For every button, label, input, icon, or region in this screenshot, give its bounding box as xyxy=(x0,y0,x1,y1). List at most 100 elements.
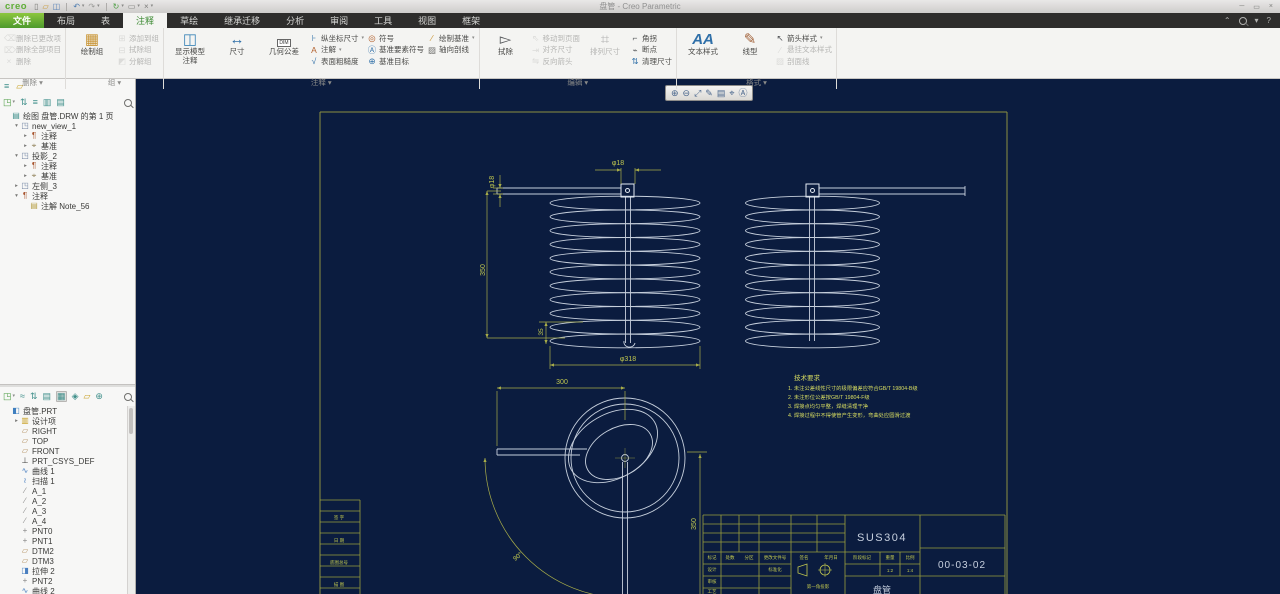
symbol-button[interactable]: ◎符号 xyxy=(367,33,424,44)
command-search-icon[interactable] xyxy=(1239,17,1247,25)
datum-target-button[interactable]: ⊕基准目标 xyxy=(367,56,424,67)
tree-expand-icon[interactable]: ⇅ xyxy=(20,98,28,107)
tree-expand-arrow-icon[interactable]: ▸ xyxy=(22,133,29,139)
tree-expand-arrow-icon[interactable]: ▸ xyxy=(13,183,20,189)
repaint-icon[interactable]: ✎ xyxy=(705,89,713,98)
drawing-tree-item-9[interactable]: ▤注解 Note_56 xyxy=(2,201,127,211)
menu-tab-7[interactable]: 审阅 xyxy=(317,13,361,28)
datum-feature-symbol-button[interactable]: Ⓐ基准要素符号 xyxy=(367,45,424,56)
breakpoint-button[interactable]: ⌁断点 xyxy=(630,45,672,56)
tree-expand-arrow-icon[interactable]: ▾ xyxy=(13,153,20,159)
mt-add-icon[interactable]: ⊕ xyxy=(95,392,103,401)
tree-expand-arrow-icon[interactable]: ▸ xyxy=(22,173,29,179)
zoom-in-icon[interactable]: ⊕ xyxy=(671,89,679,98)
refit-icon[interactable]: ⤢ xyxy=(694,89,701,98)
mt-settings-icon[interactable]: ◈ xyxy=(72,392,79,401)
tree-expand-arrow-icon[interactable]: ▾ xyxy=(13,193,20,199)
menu-tab-2[interactable]: 表 xyxy=(88,13,123,28)
scrollbar-thumb[interactable] xyxy=(129,408,133,434)
model-tree-item-11[interactable]: ∕A_4 xyxy=(2,516,127,526)
mt-show-icon[interactable]: ◳▾ xyxy=(3,392,15,401)
drawing-tree-item-6[interactable]: ▸⌖基准 xyxy=(2,171,127,181)
erase-button[interactable]: ▻拭除 xyxy=(484,30,528,57)
jog-button[interactable]: ⌐角拐 xyxy=(630,33,672,44)
model-tree-item-10[interactable]: ∕A_3 xyxy=(2,506,127,516)
drawing-tree-item-3[interactable]: ▸⌖基准 xyxy=(2,141,127,151)
window-icon[interactable]: ▭▾ xyxy=(128,3,140,11)
drawing-tree-item-1[interactable]: ▾◳new_view_1 xyxy=(2,121,127,131)
graphics-area[interactable]: ⊕⊖⤢✎▤⌖Ⓐ xyxy=(136,78,1280,594)
tree-columns-icon[interactable]: ▥ xyxy=(43,98,52,107)
model-tree-item-18[interactable]: ∿曲线 2 xyxy=(2,586,127,594)
delete-all-items-button[interactable]: ⌦删除全部项目 xyxy=(4,45,61,56)
undo-icon[interactable]: ↶▾ xyxy=(73,3,84,11)
model-tree-item-17[interactable]: +PNT2 xyxy=(2,576,127,586)
menu-tab-10[interactable]: 框架 xyxy=(449,13,493,28)
note-button[interactable]: A注解▾ xyxy=(309,45,364,56)
menu-tab-9[interactable]: 视图 xyxy=(405,13,449,28)
tree-expand-arrow-icon[interactable]: ▸ xyxy=(13,418,20,424)
maximize-button[interactable]: ▭ xyxy=(1253,3,1260,11)
annotation-display-icon[interactable]: Ⓐ xyxy=(738,89,747,98)
model-tree-item-15[interactable]: ▱DTM3 xyxy=(2,556,127,566)
new-file-icon[interactable]: ▯ xyxy=(34,3,38,11)
drawing-tree-item-4[interactable]: ▾◳投影_2 xyxy=(2,151,127,161)
menu-tab-5[interactable]: 继承迁移 xyxy=(211,13,273,28)
text-style-button[interactable]: AA文本样式 xyxy=(681,30,725,57)
close-button[interactable]: × xyxy=(1269,3,1273,11)
mt-filter-icon[interactable]: ≈ xyxy=(20,392,25,401)
tree-search-icon[interactable] xyxy=(124,99,132,107)
drawing-canvas[interactable]: φ18φ1835035φ31830090°350技术要求1. 未注公差线性尺寸的… xyxy=(135,78,1280,594)
tree-show-icon[interactable]: ◳▾ xyxy=(3,98,15,107)
draft-datum-button[interactable]: ∕绘制基准▾ xyxy=(427,33,475,44)
menu-tab-1[interactable]: 布局 xyxy=(44,13,88,28)
surface-finish-button[interactable]: √表面粗糙度 xyxy=(309,56,364,67)
delete-changed-items-button[interactable]: ⌫删除已更改项 xyxy=(4,33,61,44)
help-icon[interactable]: ? xyxy=(1267,16,1271,25)
tree-list-icon[interactable]: ≡ xyxy=(33,98,38,107)
model-tree-scrollbar[interactable] xyxy=(127,406,135,594)
drawing-tree-item-0[interactable]: ▤绘图 盘管.DRW 的第 1 页 xyxy=(2,111,127,121)
mt-list-icon[interactable]: ▤ xyxy=(43,392,52,401)
add-to-group-button[interactable]: ⊞添加到组 xyxy=(117,33,159,44)
model-tree-item-13[interactable]: +PNT1 xyxy=(2,536,127,546)
hanging-text-style-button[interactable]: ∕悬挂文本样式 xyxy=(775,45,832,56)
menu-tab-8[interactable]: 工具 xyxy=(361,13,405,28)
draft-group-button[interactable]: ▦绘制组 xyxy=(70,30,114,57)
ordinate-dimension-button[interactable]: ⊦纵坐标尺寸▾ xyxy=(309,33,364,44)
mt-expand-icon[interactable]: ⇅ xyxy=(30,392,38,401)
tree-settings-icon[interactable]: ▤ xyxy=(56,98,65,107)
arrow-style-button[interactable]: ↖箭头样式▾ xyxy=(775,33,832,44)
mt-folder-icon[interactable]: ▱ xyxy=(83,392,90,401)
model-tree-item-8[interactable]: ∕A_1 xyxy=(2,486,127,496)
show-model-annotations-button[interactable]: ◫显示模型注释 xyxy=(168,30,212,65)
display-style-icon[interactable]: ▤ xyxy=(717,89,726,98)
model-tree-item-7[interactable]: ≀扫描 1 xyxy=(2,476,127,486)
menu-tab-6[interactable]: 分析 xyxy=(273,13,317,28)
drawing-tree-item-8[interactable]: ▾¶注释 xyxy=(2,191,127,201)
delete-button[interactable]: ×删除 xyxy=(4,56,61,67)
close-window-icon[interactable]: ×▾ xyxy=(144,3,153,11)
zoom-out-icon[interactable]: ⊖ xyxy=(683,89,691,98)
model-tree-item-3[interactable]: ▱TOP xyxy=(2,436,127,446)
open-file-icon[interactable]: ▱ xyxy=(42,3,48,11)
options-icon[interactable]: ▾ xyxy=(1255,16,1259,25)
model-tree-item-0[interactable]: ◧盘管.PRT xyxy=(2,406,127,416)
cleanup-dimensions-button[interactable]: ⇅清理尺寸 xyxy=(630,56,672,67)
model-tree-item-9[interactable]: ∕A_2 xyxy=(2,496,127,506)
drawing-tree-item-5[interactable]: ▸¶注释 xyxy=(2,161,127,171)
erase-group-button[interactable]: ⊟拭除组 xyxy=(117,45,159,56)
hatching-button[interactable]: ▨剖面线 xyxy=(775,56,832,67)
geometric-tolerance-button[interactable]: DIM几何公差 xyxy=(262,30,306,57)
axis-section-line-button[interactable]: ▨轴向剖线 xyxy=(427,45,475,56)
tree-expand-arrow-icon[interactable]: ▸ xyxy=(22,143,29,149)
dimension-button[interactable]: ↔尺寸 xyxy=(215,30,259,57)
mt-columns-icon[interactable]: ▦ xyxy=(56,391,67,402)
menu-tab-0[interactable]: 文件 xyxy=(0,13,44,28)
line-style-button[interactable]: ✎线型 xyxy=(728,30,772,57)
model-tree-item-5[interactable]: ⊥PRT_CSYS_DEF xyxy=(2,456,127,466)
drawing-tree-item-2[interactable]: ▸¶注释 xyxy=(2,131,127,141)
minimize-button[interactable]: ─ xyxy=(1239,3,1244,11)
align-dimensions-button[interactable]: ⇥对齐尺寸 xyxy=(531,45,581,56)
tree-expand-arrow-icon[interactable]: ▾ xyxy=(13,123,20,129)
